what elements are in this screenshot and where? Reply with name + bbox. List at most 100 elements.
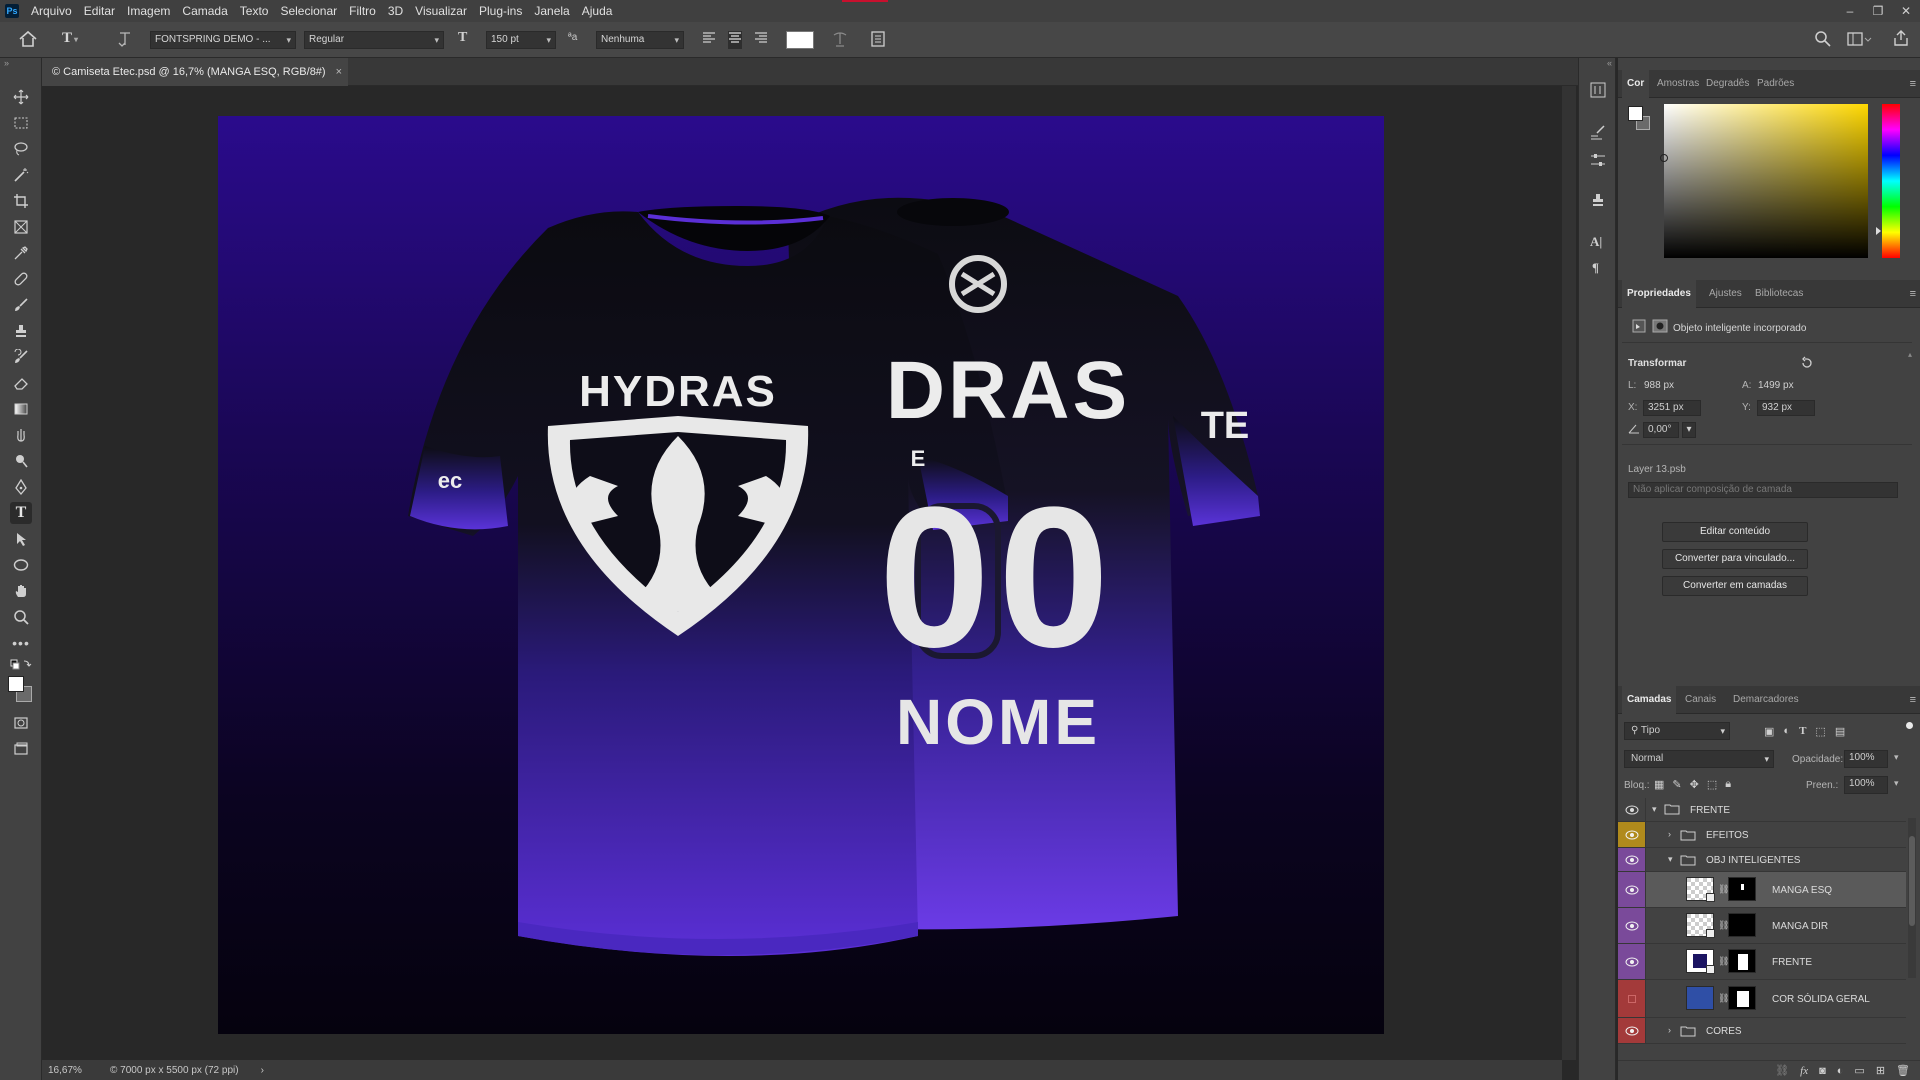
font-family-select[interactable]: FONTSPRING DEMO - ... ▾ [150,31,296,49]
healing-brush-icon[interactable] [10,268,32,290]
chevron-down-icon[interactable]: ▾ [1894,752,1899,763]
chevron-down-icon[interactable]: ▾ [1894,778,1899,789]
swap-colors-icon[interactable] [10,658,32,672]
align-right-icon[interactable] [754,31,768,49]
restore-button[interactable]: ❐ [1864,0,1892,22]
opacity-field[interactable]: 100% [1844,750,1888,768]
search-icon[interactable] [1814,30,1832,48]
layer-row[interactable]: ⛓ MANGA DIR [1618,908,1906,944]
pen-tool-icon[interactable] [10,476,32,498]
color-picker-ring[interactable] [1660,154,1668,162]
tab-cor[interactable]: Cor [1622,70,1650,98]
angle-field[interactable]: 0,00° [1643,422,1679,438]
layer-row[interactable]: ▾ FRENTE [1618,798,1906,822]
convert-to-linked-button[interactable]: Converter para vinculado... [1662,549,1808,569]
menu-filtro[interactable]: Filtro [343,0,382,22]
font-size-select[interactable]: 150 pt ▾ [486,31,556,49]
tab-camadas[interactable]: Camadas [1622,686,1677,714]
menu-texto[interactable]: Texto [234,0,275,22]
history-brush-icon[interactable] [10,346,32,368]
menu-3d[interactable]: 3D [382,0,409,22]
mask-thumbnail[interactable] [1728,913,1756,937]
filter-smart-icon[interactable]: ▤ [1835,725,1845,738]
visibility-eye-icon[interactable] [1618,908,1646,943]
eraser-tool-icon[interactable] [10,372,32,394]
panel-menu-icon[interactable]: ≡ [1910,288,1916,300]
close-window-button[interactable]: ✕ [1892,0,1920,22]
visibility-toggle-hidden[interactable] [1618,980,1646,1017]
tab-degrades[interactable]: Degradês [1701,70,1754,98]
menu-editar[interactable]: Editar [78,0,121,22]
document-tab[interactable]: © Camiseta Etec.psd @ 16,7% (MANGA ESQ, … [42,58,348,86]
magic-wand-icon[interactable] [10,164,32,186]
layer-thumbnail[interactable] [1686,913,1715,938]
delete-layer-icon[interactable]: 🗑︎ [1896,1064,1910,1077]
tab-ajustes[interactable]: Ajustes [1704,280,1747,308]
share-icon[interactable] [1892,29,1910,47]
layer-row[interactable]: › EFEITOS [1618,822,1906,848]
layer-comp-select[interactable]: Não aplicar composição de camada [1628,482,1898,498]
visibility-eye-icon[interactable] [1618,798,1646,821]
brush-settings-icon[interactable] [1590,124,1606,140]
scroll-up-icon[interactable]: ▴ [1908,350,1912,359]
visibility-eye-icon[interactable] [1618,944,1646,979]
height-value[interactable]: 1499 px [1758,380,1794,391]
filter-type-icon[interactable]: T [1799,725,1806,738]
filter-toggle[interactable] [1906,722,1913,729]
mask-thumbnail[interactable] [1728,949,1756,973]
visibility-eye-icon[interactable] [1618,872,1646,907]
new-group-icon[interactable]: ▭ [1854,1064,1864,1077]
ellipse-tool-icon[interactable] [10,554,32,576]
tab-canais[interactable]: Canais [1680,686,1721,714]
tab-demarcadores[interactable]: Demarcadores [1728,686,1804,714]
angle-dropdown[interactable]: ▾ [1682,422,1696,438]
layers-scrollbar[interactable] [1908,818,1916,978]
close-tab-icon[interactable]: × [336,58,342,86]
add-mask-icon[interactable]: ◙ [1819,1065,1826,1077]
fg-swatch[interactable] [1628,106,1643,121]
width-value[interactable]: 988 px [1644,380,1674,391]
lock-artboard-icon[interactable]: ⬚ [1707,778,1717,791]
gradient-tool-icon[interactable] [10,398,32,420]
reset-transform-icon[interactable] [1800,356,1814,370]
layer-thumbnail[interactable] [1686,949,1715,974]
y-position-field[interactable]: 932 px [1757,400,1815,416]
brush-tool-icon[interactable] [10,294,32,316]
layer-row[interactable]: ⛓ COR SÓLIDA GERAL [1618,980,1906,1018]
warp-text-icon[interactable] [832,30,848,48]
convert-to-layers-button[interactable]: Converter em camadas [1662,576,1808,596]
crop-tool-icon[interactable] [10,190,32,212]
canvas-vertical-scrollbar[interactable] [1562,86,1576,1060]
new-layer-icon[interactable]: ⊞ [1876,1064,1885,1077]
lasso-tool-icon[interactable] [10,138,32,160]
fx-icon[interactable]: fx [1800,1065,1808,1077]
new-adjustment-icon[interactable]: ◐ [1837,1065,1844,1077]
filter-shape-icon[interactable]: ⬚ [1815,725,1825,738]
canvas-area[interactable]: HYDRAS ec DRAS TE E 00 NOME [42,86,1562,1060]
menu-camada[interactable]: Camada [176,0,233,22]
fill-field[interactable]: 100% [1844,776,1888,794]
menu-plugins[interactable]: Plug-ins [473,0,528,22]
screen-mode-icon[interactable] [10,738,32,760]
photoshop-logo[interactable]: Ps [5,4,19,18]
link-layers-icon[interactable]: ⛓ [1775,1064,1789,1077]
font-style-select[interactable]: Regular ▾ [304,31,444,49]
hue-slider-handle[interactable] [1876,227,1881,235]
align-left-icon[interactable] [702,31,716,49]
visibility-eye-icon[interactable] [1618,1018,1646,1043]
character-panel-icon[interactable] [870,30,886,48]
mask-thumbnail[interactable] [1728,877,1756,901]
layer-row[interactable]: › CORES [1618,1018,1906,1044]
tab-bibliotecas[interactable]: Bibliotecas [1750,280,1808,308]
text-color-swatch[interactable] [786,31,814,49]
workspace-icon[interactable] [1846,30,1872,48]
clone-stamp-icon[interactable] [10,320,32,342]
visibility-eye-icon[interactable] [1618,848,1646,871]
zoom-level[interactable]: 16,67% [42,1065,100,1076]
visibility-eye-icon[interactable] [1618,822,1646,847]
filter-pixel-icon[interactable]: ▣ [1764,725,1774,738]
edit-contents-button[interactable]: Editar conteúdo [1662,522,1808,542]
status-menu-arrow[interactable]: › [261,1065,264,1076]
chevron-down-icon[interactable]: ▾ [1668,854,1673,865]
color-panel-swatches[interactable] [1628,106,1652,132]
